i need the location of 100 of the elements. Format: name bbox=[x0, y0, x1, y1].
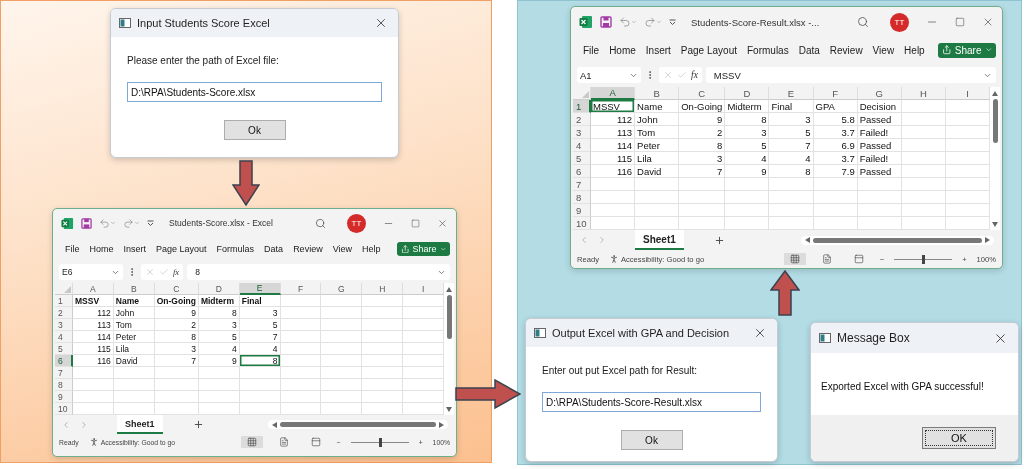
row-number[interactable]: 2 bbox=[55, 307, 73, 319]
row-number[interactable]: 2 bbox=[573, 113, 591, 126]
column-header[interactable]: B bbox=[113, 283, 155, 295]
row-number[interactable]: 5 bbox=[573, 152, 591, 165]
row-number[interactable]: 6 bbox=[573, 165, 591, 178]
horizontal-scrollbar[interactable] bbox=[801, 235, 994, 245]
column-header[interactable]: A bbox=[73, 283, 114, 295]
column-header[interactable]: F bbox=[280, 283, 322, 295]
search-icon[interactable] bbox=[315, 217, 326, 229]
user-avatar[interactable]: TT bbox=[890, 12, 909, 32]
path-field[interactable]: D:\RPA\Students-Score-Result.xlsx bbox=[542, 392, 761, 412]
row-number[interactable]: 3 bbox=[55, 319, 73, 331]
row-number[interactable]: 3 bbox=[573, 126, 591, 139]
function-button[interactable]: fx bbox=[691, 70, 698, 80]
column-header[interactable]: E bbox=[239, 283, 281, 295]
scroll-up-icon[interactable] bbox=[992, 90, 998, 96]
redo-icon[interactable] bbox=[123, 217, 140, 229]
menu-item[interactable]: File bbox=[583, 44, 600, 56]
close-icon[interactable] bbox=[982, 16, 994, 28]
row-number[interactable]: 7 bbox=[573, 178, 591, 191]
column-header[interactable]: C bbox=[154, 283, 199, 295]
menu-item[interactable]: Home bbox=[89, 244, 114, 254]
column-header[interactable]: B bbox=[635, 87, 680, 100]
menu-item[interactable]: Formulas bbox=[747, 44, 789, 56]
menu-item[interactable]: View bbox=[332, 244, 352, 254]
customize-icon[interactable] bbox=[669, 19, 676, 25]
menu-item[interactable]: File bbox=[65, 244, 80, 254]
row-number[interactable]: 8 bbox=[55, 379, 73, 391]
scroll-up-icon[interactable] bbox=[446, 286, 452, 292]
view-button[interactable] bbox=[240, 436, 263, 448]
row-number[interactable]: 8 bbox=[573, 191, 591, 204]
ok-button[interactable]: Ok bbox=[223, 120, 286, 140]
scroll-down-icon[interactable] bbox=[992, 221, 998, 227]
scroll-right-icon[interactable] bbox=[439, 421, 445, 428]
column-header[interactable]: D bbox=[198, 283, 240, 295]
menu-item[interactable]: Review bbox=[829, 44, 863, 56]
menu-item[interactable]: Insert bbox=[123, 244, 147, 254]
add-sheet-icon[interactable] bbox=[192, 419, 204, 430]
name-box[interactable]: E6 bbox=[59, 264, 123, 280]
customize-icon[interactable] bbox=[147, 220, 154, 226]
menu-item[interactable]: Page Layout bbox=[680, 44, 737, 56]
scroll-right-icon[interactable] bbox=[985, 237, 991, 243]
add-sheet-icon[interactable] bbox=[713, 234, 725, 246]
zoom-thumb[interactable] bbox=[922, 254, 926, 264]
column-header[interactable]: F bbox=[813, 87, 858, 100]
close-icon[interactable] bbox=[437, 217, 448, 229]
close-button[interactable] bbox=[374, 16, 388, 30]
column-header[interactable]: H bbox=[362, 283, 404, 295]
menu-item[interactable]: View bbox=[872, 44, 895, 56]
view-button[interactable] bbox=[783, 253, 806, 265]
menu-item[interactable]: Insert bbox=[645, 44, 671, 56]
row-number[interactable]: 10 bbox=[573, 217, 591, 230]
sheet-tab[interactable]: Sheet1 bbox=[117, 415, 163, 434]
scroll-left-icon[interactable] bbox=[804, 237, 811, 243]
zoom-thumb[interactable] bbox=[378, 437, 382, 447]
menu-item[interactable]: Review bbox=[293, 244, 323, 254]
user-avatar[interactable]: TT bbox=[347, 213, 366, 233]
save-icon[interactable] bbox=[81, 217, 92, 229]
menu-item[interactable]: Home bbox=[609, 44, 636, 56]
function-button[interactable]: fx bbox=[173, 267, 180, 277]
scroll-left-icon[interactable] bbox=[270, 421, 277, 428]
menu-item[interactable]: Page Layout bbox=[156, 244, 207, 254]
ok-button[interactable]: Ok bbox=[620, 430, 683, 450]
column-header[interactable]: E bbox=[769, 87, 814, 100]
horizontal-scrollbar[interactable] bbox=[267, 420, 448, 429]
row-number[interactable]: 1 bbox=[573, 100, 591, 113]
search-icon[interactable] bbox=[857, 16, 869, 28]
undo-icon[interactable] bbox=[619, 16, 637, 28]
path-field[interactable]: D:\RPA\Students-Score.xlsx bbox=[127, 82, 382, 102]
row-number[interactable]: 9 bbox=[573, 204, 591, 217]
column-header[interactable]: C bbox=[679, 87, 726, 100]
row-number[interactable]: 4 bbox=[55, 331, 73, 343]
menu-item[interactable]: Formulas bbox=[216, 244, 255, 254]
formula-field[interactable]: 8 bbox=[187, 264, 450, 280]
row-number[interactable]: 10 bbox=[55, 403, 73, 415]
column-header[interactable]: I bbox=[403, 283, 444, 295]
row-number[interactable]: 1 bbox=[55, 295, 73, 307]
share-button[interactable]: Share bbox=[396, 242, 450, 256]
maximize-icon[interactable] bbox=[411, 218, 420, 228]
row-number[interactable]: 7 bbox=[55, 367, 73, 379]
redo-icon[interactable] bbox=[644, 16, 662, 28]
name-box[interactable]: A1 bbox=[577, 67, 641, 83]
ok-button[interactable]: OK bbox=[922, 427, 996, 449]
row-number[interactable]: 6 bbox=[55, 355, 73, 367]
column-header[interactable]: G bbox=[857, 87, 902, 100]
menu-item[interactable]: Data bbox=[264, 244, 284, 254]
row-number[interactable]: 9 bbox=[55, 391, 73, 403]
scroll-down-icon[interactable] bbox=[446, 406, 452, 412]
close-button[interactable] bbox=[753, 326, 767, 340]
row-number[interactable]: 5 bbox=[55, 343, 73, 355]
menu-item[interactable]: Data bbox=[798, 44, 820, 56]
column-header[interactable]: D bbox=[725, 87, 770, 100]
save-icon[interactable] bbox=[600, 16, 612, 28]
menu-item[interactable]: Help bbox=[904, 44, 925, 56]
row-number[interactable]: 4 bbox=[573, 139, 591, 152]
undo-icon[interactable] bbox=[99, 217, 116, 229]
column-header[interactable]: G bbox=[321, 283, 363, 295]
formula-field[interactable]: MSSV bbox=[705, 67, 996, 83]
maximize-icon[interactable] bbox=[955, 17, 965, 27]
column-header[interactable]: H bbox=[901, 87, 946, 100]
